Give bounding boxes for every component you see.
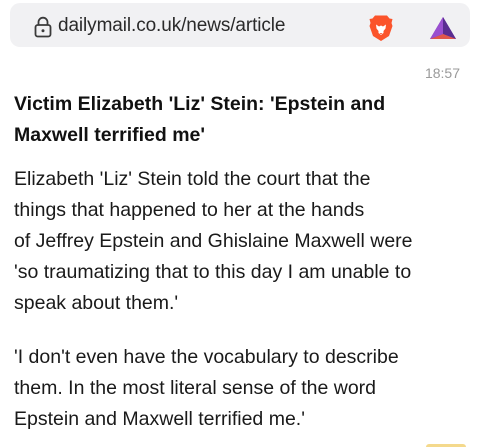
- paragraph-line: them. In the most literal sense of the w…: [14, 377, 377, 399]
- brave-lion-icon[interactable]: [368, 14, 394, 42]
- paragraph-line: things that happened to her at the hands: [14, 199, 365, 221]
- lock-icon: [34, 16, 52, 38]
- paragraph-line: 'so traumatizing that to this day I am u…: [14, 261, 412, 283]
- brave-rewards-triangle-icon[interactable]: [429, 16, 457, 40]
- url-text[interactable]: dailymail.co.uk/news/article: [58, 14, 286, 38]
- headline-line: Victim Elizabeth 'Liz' Stein: 'Epstein a…: [14, 93, 386, 115]
- paragraph-line: 'I don't even have the vocabulary to des…: [14, 346, 399, 368]
- paragraph-line: of Jeffrey Epstein and Ghislaine Maxwell…: [14, 230, 413, 252]
- paragraph-line: speak about them.': [14, 292, 179, 314]
- headline-line: Maxwell terrified me': [14, 124, 206, 146]
- article-headline: Victim Elizabeth 'Liz' Stein: 'Epstein a…: [14, 89, 424, 151]
- article-paragraph: Elizabeth 'Liz' Stein told the court tha…: [14, 164, 476, 319]
- message-timestamp: 18:57: [424, 65, 460, 81]
- article-paragraph: 'I don't even have the vocabulary to des…: [14, 342, 476, 435]
- paragraph-line: Elizabeth 'Liz' Stein told the court tha…: [14, 168, 371, 190]
- address-bar[interactable]: dailymail.co.uk/news/article: [10, 3, 470, 47]
- paragraph-line: Epstein and Maxwell terrified me.': [14, 408, 305, 430]
